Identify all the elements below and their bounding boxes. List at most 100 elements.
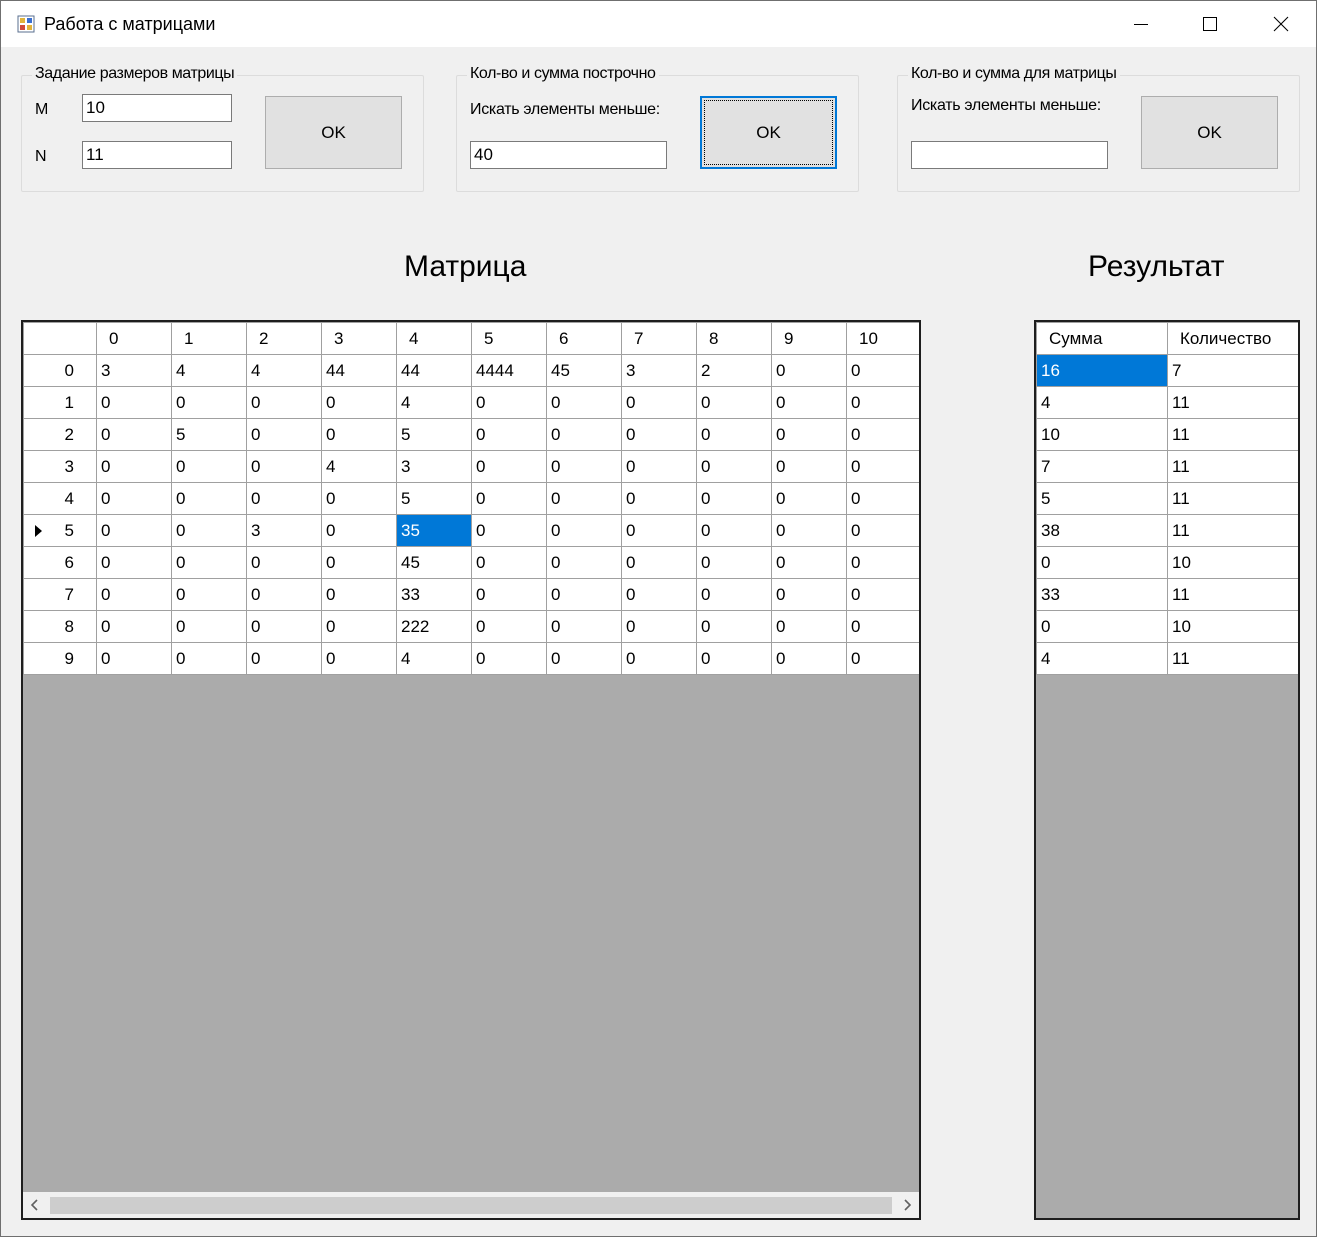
matrix-cell[interactable]: 0	[846, 354, 919, 387]
maximize-button[interactable]	[1175, 1, 1245, 47]
matrix-cell[interactable]: 0	[471, 482, 547, 515]
matrix-cell[interactable]: 0	[171, 546, 247, 579]
result-cell[interactable]: 10	[1167, 546, 1298, 579]
matrix-cell[interactable]: 0	[696, 450, 772, 483]
matrix-row-header[interactable]: 6	[23, 546, 97, 579]
result-cell[interactable]: 7	[1036, 450, 1168, 483]
matrix-cell[interactable]: 0	[321, 546, 397, 579]
matrix-cell[interactable]: 4444	[471, 354, 547, 387]
matrix-cell[interactable]: 0	[96, 546, 172, 579]
matrix-cell[interactable]: 0	[621, 386, 697, 419]
matrix-grid[interactable]: 0 1 2 3 4 5 6 7 8 9 10 0 3 4 4 44 44 4444 45 3 2 0 0 1 0 0 0 0 4 0 0 0 0…	[21, 320, 921, 1220]
result-cell[interactable]: 10	[1036, 418, 1168, 451]
matrix-cell[interactable]: 0	[471, 514, 547, 547]
matrix-cell[interactable]: 4	[246, 354, 322, 387]
matrix-row-header[interactable]: 8	[23, 610, 97, 643]
matrix-cell[interactable]: 0	[171, 450, 247, 483]
scroll-right-icon[interactable]	[902, 1198, 912, 1212]
matrix-cell[interactable]: 0	[246, 418, 322, 451]
result-cell[interactable]: 11	[1167, 386, 1298, 419]
matrix-column-header[interactable]: 1	[171, 322, 247, 355]
matrix-cell[interactable]: 0	[771, 514, 847, 547]
matrix-cell[interactable]: 0	[846, 482, 919, 515]
result-cell[interactable]: 4	[1036, 642, 1168, 675]
matrix-cell[interactable]: 0	[696, 642, 772, 675]
matrix-cell[interactable]: 0	[696, 610, 772, 643]
matrix-cell[interactable]: 0	[846, 450, 919, 483]
matrix-cell[interactable]: 0	[846, 418, 919, 451]
matrix-cell[interactable]: 4	[396, 642, 472, 675]
matrix-cell[interactable]: 0	[246, 642, 322, 675]
scrollbar-thumb[interactable]	[50, 1197, 892, 1214]
matrix-cell[interactable]: 0	[696, 578, 772, 611]
matrix-row-header[interactable]: 9	[23, 642, 97, 675]
matrix-cell[interactable]: 3	[246, 514, 322, 547]
matrix-cell[interactable]: 0	[171, 578, 247, 611]
result-cell[interactable]: 5	[1036, 482, 1168, 515]
matrix-cell[interactable]: 0	[96, 482, 172, 515]
matrix-cell[interactable]: 0	[546, 450, 622, 483]
matrix-cell[interactable]: 0	[621, 514, 697, 547]
result-cell[interactable]: 0	[1036, 546, 1168, 579]
matrix-cell[interactable]: 0	[771, 386, 847, 419]
matrix-cell[interactable]: 0	[246, 482, 322, 515]
matrix-cell[interactable]: 44	[396, 354, 472, 387]
matrix-cell[interactable]: 0	[846, 642, 919, 675]
matrix-cell[interactable]: 0	[696, 482, 772, 515]
matrix-cell[interactable]: 0	[846, 546, 919, 579]
result-cell[interactable]: 11	[1167, 642, 1298, 675]
matrix-cell[interactable]: 0	[771, 482, 847, 515]
matrix-cell[interactable]: 0	[771, 578, 847, 611]
matrix-cell[interactable]: 0	[546, 482, 622, 515]
matrix-cell[interactable]: 0	[321, 514, 397, 547]
matrix-row-header[interactable]: 4	[23, 482, 97, 515]
matrix-cell[interactable]: 0	[171, 610, 247, 643]
matrix-cell[interactable]: 3	[621, 354, 697, 387]
matrix-cell[interactable]: 0	[246, 610, 322, 643]
matrix-cell[interactable]: 0	[471, 578, 547, 611]
matrix-cell[interactable]: 3	[396, 450, 472, 483]
matrix-cell[interactable]: 0	[96, 450, 172, 483]
matrix-cell[interactable]: 0	[96, 418, 172, 451]
matrix-cell[interactable]: 0	[471, 546, 547, 579]
matrix-cell[interactable]: 0	[771, 354, 847, 387]
matrix-cell[interactable]: 0	[171, 642, 247, 675]
matrix-cell[interactable]: 0	[171, 514, 247, 547]
row-ok-button[interactable]: OK	[700, 96, 837, 169]
n-input[interactable]: 11	[82, 141, 232, 169]
matrix-cell[interactable]: 0	[471, 418, 547, 451]
matrix-cell[interactable]: 0	[321, 610, 397, 643]
matrix-column-header[interactable]: 10	[846, 322, 919, 355]
matrix-cell[interactable]: 0	[846, 386, 919, 419]
matrix-cell[interactable]: 0	[321, 482, 397, 515]
matrix-row-header[interactable]: 0	[23, 354, 97, 387]
matrix-cell[interactable]: 0	[621, 642, 697, 675]
matrix-cell[interactable]: 3	[96, 354, 172, 387]
matrix-column-header[interactable]: 9	[771, 322, 847, 355]
matrix-column-header[interactable]: 5	[471, 322, 547, 355]
matrix-row-header[interactable]: 7	[23, 578, 97, 611]
matrix-cell[interactable]: 35	[396, 514, 472, 547]
matrix-cell[interactable]: 0	[246, 386, 322, 419]
result-cell[interactable]: 11	[1167, 418, 1298, 451]
result-cell[interactable]: 7	[1167, 354, 1298, 387]
matrix-cell[interactable]: 0	[546, 610, 622, 643]
matrix-cell[interactable]: 0	[171, 482, 247, 515]
matrix-cell[interactable]: 0	[246, 578, 322, 611]
matrix-cell[interactable]: 5	[396, 482, 472, 515]
matrix-cell[interactable]: 0	[471, 610, 547, 643]
matrix-column-header[interactable]: 0	[96, 322, 172, 355]
minimize-button[interactable]	[1106, 1, 1176, 47]
matrix-cell[interactable]: 0	[621, 610, 697, 643]
matrix-cell[interactable]: 0	[621, 546, 697, 579]
matrix-cell[interactable]: 0	[321, 386, 397, 419]
matrix-cell[interactable]: 0	[546, 514, 622, 547]
matrix-corner-header[interactable]	[23, 322, 97, 355]
result-cell[interactable]: 4	[1036, 386, 1168, 419]
matrix-cell[interactable]: 0	[96, 386, 172, 419]
matrix-cell[interactable]: 0	[471, 450, 547, 483]
matrix-column-header[interactable]: 3	[321, 322, 397, 355]
matrix-cell[interactable]: 0	[771, 610, 847, 643]
matrix-cell[interactable]: 0	[696, 386, 772, 419]
result-cell[interactable]: 0	[1036, 610, 1168, 643]
